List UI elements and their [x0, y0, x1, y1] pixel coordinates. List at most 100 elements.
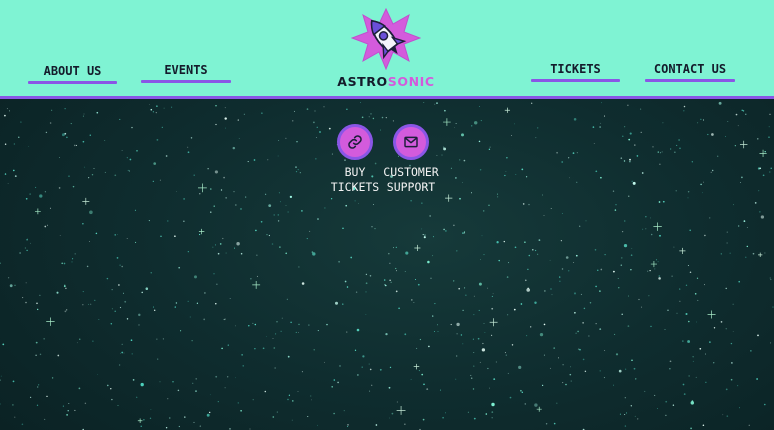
star	[194, 422, 195, 423]
star	[738, 281, 740, 283]
star	[459, 198, 461, 200]
star	[176, 302, 177, 303]
nav-contact-us[interactable]: Contact Us	[645, 62, 735, 82]
star	[265, 391, 267, 393]
nav-tickets[interactable]: Tickets	[531, 62, 620, 82]
star	[208, 168, 209, 169]
star	[224, 117, 226, 119]
star	[735, 145, 736, 146]
star	[222, 238, 223, 239]
star	[118, 405, 119, 406]
star	[405, 271, 406, 272]
star	[487, 288, 488, 289]
star	[218, 253, 220, 255]
star	[319, 131, 321, 133]
star	[679, 288, 680, 289]
star	[554, 423, 556, 425]
star	[135, 242, 136, 243]
star	[673, 247, 674, 248]
star	[454, 127, 455, 128]
star	[88, 177, 89, 178]
star	[613, 385, 614, 386]
star	[22, 297, 23, 298]
star	[542, 194, 543, 195]
star	[391, 282, 392, 283]
star	[396, 270, 397, 271]
star	[504, 175, 505, 176]
star	[455, 177, 457, 179]
star	[225, 107, 226, 108]
star	[119, 364, 120, 365]
nav-about-us[interactable]: About Us	[28, 64, 117, 84]
star	[153, 162, 156, 165]
star	[215, 124, 216, 125]
star	[544, 324, 546, 326]
star	[432, 255, 433, 256]
star	[615, 209, 616, 210]
star	[747, 246, 748, 247]
star	[550, 368, 551, 369]
star	[650, 326, 651, 327]
star	[127, 238, 128, 239]
star	[149, 104, 150, 105]
star	[539, 239, 541, 241]
star	[434, 104, 435, 105]
star	[559, 276, 560, 277]
nav-events[interactable]: Events	[141, 63, 231, 83]
astrosonic-logo[interactable]: ASTROSONIC	[334, 8, 438, 92]
star	[465, 295, 466, 296]
site-header: About Us Events ASTROSONIC	[0, 0, 774, 99]
star	[604, 254, 605, 255]
star	[72, 261, 73, 262]
star	[312, 252, 315, 255]
star	[586, 221, 587, 222]
customer-support-button[interactable]: Customer Support	[378, 124, 444, 195]
star	[302, 282, 305, 285]
star	[350, 257, 352, 259]
star	[697, 122, 698, 123]
star	[61, 262, 63, 264]
star	[631, 254, 633, 256]
star	[276, 321, 277, 322]
star	[670, 148, 671, 149]
star	[404, 424, 405, 425]
star	[491, 403, 494, 406]
star	[318, 330, 319, 331]
star	[195, 390, 196, 391]
star	[129, 171, 130, 172]
star	[700, 119, 701, 120]
star	[755, 202, 757, 204]
star	[665, 329, 666, 330]
star	[120, 353, 121, 354]
star	[482, 235, 483, 236]
star	[430, 278, 431, 279]
star	[604, 350, 605, 351]
star	[290, 196, 292, 198]
star	[534, 403, 537, 406]
star	[660, 152, 661, 153]
star	[692, 400, 694, 402]
star	[451, 324, 452, 325]
star	[96, 112, 98, 114]
star	[629, 159, 631, 161]
star	[712, 170, 713, 171]
star	[618, 287, 619, 288]
star	[662, 151, 663, 152]
star	[226, 197, 227, 198]
star	[5, 144, 6, 145]
sparkle	[414, 245, 420, 251]
star	[250, 278, 251, 279]
star	[764, 404, 766, 406]
star	[92, 174, 93, 175]
star	[634, 368, 636, 370]
star	[183, 198, 185, 200]
star	[625, 425, 626, 426]
star	[366, 274, 367, 275]
star	[8, 277, 9, 278]
rocket-star-icon	[351, 8, 421, 70]
star	[191, 137, 192, 138]
star	[629, 161, 630, 162]
star	[269, 235, 270, 236]
star	[420, 339, 421, 340]
star	[430, 215, 431, 216]
